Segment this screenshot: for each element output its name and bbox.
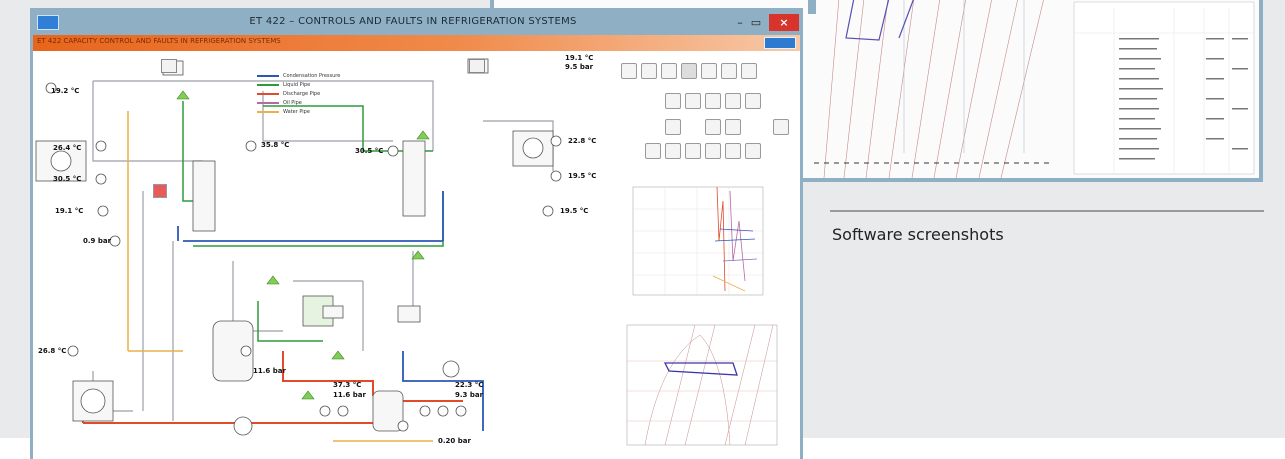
control-button[interactable] xyxy=(645,143,661,159)
toolbar-logo-button[interactable] xyxy=(764,37,796,49)
legend-item: Discharge Pipe xyxy=(257,89,340,98)
control-button[interactable] xyxy=(701,63,717,79)
legend-label: Condensation Pressure xyxy=(283,72,341,79)
legend-item: Water Pipe xyxy=(257,107,340,116)
legend-item: Condensation Pressure xyxy=(257,71,340,80)
legend-swatch xyxy=(257,110,279,113)
legend-swatch xyxy=(257,101,279,104)
temperature-readout: 26.4 °C xyxy=(53,144,82,152)
pressure-readout: 0.20 bar xyxy=(438,437,471,445)
temperature-readout: 19.5 °C xyxy=(568,172,597,180)
control-button[interactable] xyxy=(705,143,721,159)
control-button[interactable] xyxy=(741,63,757,79)
process-schematic: Condensation Pressure Liquid Pipe Discha… xyxy=(33,51,800,459)
window-gap xyxy=(808,0,816,14)
control-button[interactable] xyxy=(721,63,737,79)
temperature-readout: 37.3 °C xyxy=(333,381,362,389)
pressure-readout: 9.3 bar xyxy=(455,391,484,399)
ph-chart xyxy=(626,324,778,446)
pressure-readout: 9.5 bar xyxy=(565,63,594,71)
control-button[interactable] xyxy=(705,119,721,135)
control-button[interactable] xyxy=(665,143,681,159)
legend-label: Water Pipe xyxy=(283,108,310,115)
control-button[interactable] xyxy=(685,143,701,159)
temperature-readout: 22.8 °C xyxy=(568,137,597,145)
control-button[interactable] xyxy=(661,63,677,79)
minimize-button[interactable]: – xyxy=(733,14,747,31)
temperature-readout: 19.5 °C xyxy=(560,207,589,215)
control-button[interactable] xyxy=(705,93,721,109)
control-button[interactable] xyxy=(745,93,761,109)
pressure-readout: 11.6 bar xyxy=(333,391,366,399)
control-button[interactable] xyxy=(773,119,789,135)
fan-control-button[interactable] xyxy=(161,59,177,73)
control-button[interactable] xyxy=(725,93,741,109)
control-button[interactable] xyxy=(681,63,697,79)
legend-swatch xyxy=(257,74,279,77)
temperature-readout: 19.1 °C xyxy=(55,207,84,215)
temperature-readout: 35.8 °C xyxy=(261,141,290,149)
control-button[interactable] xyxy=(665,119,681,135)
window-title: ET 422 – CONTROLS AND FAULTS IN REFRIGER… xyxy=(249,16,577,27)
legend-label: Discharge Pipe xyxy=(283,90,321,97)
alarm-indicator[interactable] xyxy=(153,184,167,198)
control-button[interactable] xyxy=(745,143,761,159)
app-logo-icon xyxy=(37,15,59,30)
control-button[interactable] xyxy=(641,63,657,79)
title-bar[interactable]: ET 422 – CONTROLS AND FAULTS IN REFRIGER… xyxy=(33,11,800,35)
caption-divider xyxy=(830,210,1264,212)
temperature-readout: 19.1 °C xyxy=(565,54,594,62)
control-button[interactable] xyxy=(725,119,741,135)
app-toolbar: ET 422 CAPACITY CONTROL AND FAULTS IN RE… xyxy=(33,35,800,51)
legend-item: Oil Pipe xyxy=(257,98,340,107)
control-button[interactable] xyxy=(621,63,637,79)
control-button[interactable] xyxy=(685,93,701,109)
trend-chart xyxy=(632,186,764,296)
control-button[interactable] xyxy=(665,93,681,109)
temperature-readout: 22.3 °C xyxy=(455,381,484,389)
legend-swatch xyxy=(257,92,279,95)
legend-swatch xyxy=(257,83,279,86)
legend-item: Liquid Pipe xyxy=(257,80,340,89)
pressure-readout: 0.9 bar xyxy=(83,237,112,245)
toolbar-title: ET 422 CAPACITY CONTROL AND FAULTS IN RE… xyxy=(37,37,281,45)
close-button[interactable]: × xyxy=(769,14,799,31)
caption-text: Software screenshots xyxy=(832,225,1004,244)
temperature-readout: 26.8 °C xyxy=(38,347,67,355)
fan-control-button[interactable] xyxy=(469,59,485,73)
pressure-readout: 11.6 bar xyxy=(253,367,286,375)
pipe-legend: Condensation Pressure Liquid Pipe Discha… xyxy=(257,71,340,116)
temperature-readout: 19.2 °C xyxy=(51,87,80,95)
control-button[interactable] xyxy=(725,143,741,159)
temperature-readout: 30.5 °C xyxy=(355,147,384,155)
maximize-button[interactable]: ▭ xyxy=(749,14,763,31)
temperature-readout: 30.5 °C xyxy=(53,175,82,183)
main-window: ET 422 – CONTROLS AND FAULTS IN REFRIGER… xyxy=(30,8,803,459)
legend-label: Liquid Pipe xyxy=(283,81,311,88)
legend-label: Oil Pipe xyxy=(283,99,302,106)
